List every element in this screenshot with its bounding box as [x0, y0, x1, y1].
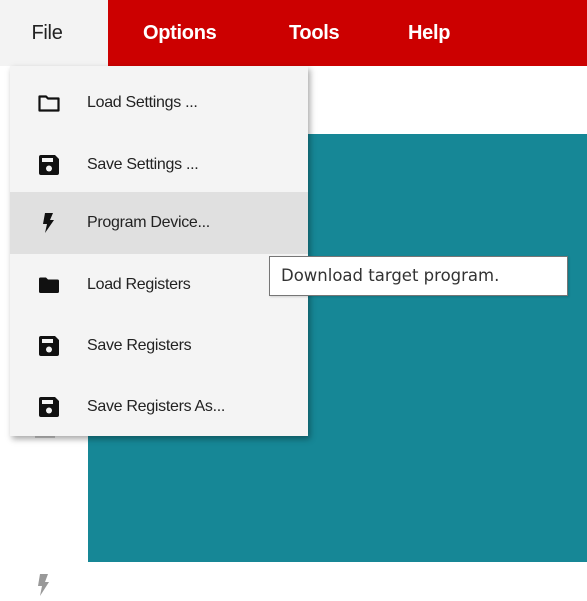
menu-item-label: Program Device... — [87, 214, 210, 231]
menu-item-program-device[interactable]: Program Device... — [10, 192, 308, 254]
menu-item-save-registers-as[interactable]: Save Registers As... — [10, 376, 308, 438]
menu-file[interactable]: File — [0, 0, 108, 66]
floppy-disk-icon — [38, 335, 60, 357]
menu-item-load-registers[interactable]: Load Registers — [10, 254, 308, 316]
menu-item-save-settings[interactable]: Save Settings ... — [10, 134, 308, 196]
menu-item-label: Save Registers — [87, 337, 192, 354]
menu-item-label: Load Registers — [87, 276, 191, 293]
floppy-disk-icon — [38, 154, 60, 176]
lightning-bolt-icon — [38, 212, 60, 234]
menu-bar: File Options Tools Help — [0, 0, 587, 66]
floppy-disk-icon — [38, 396, 60, 418]
folder-filled-icon — [38, 274, 60, 296]
folder-outline-icon — [38, 92, 60, 114]
menu-item-save-registers[interactable]: Save Registers — [10, 315, 308, 377]
menu-item-label: Load Settings ... — [87, 94, 198, 111]
menu-item-label: Save Registers As... — [87, 398, 226, 415]
menu-item-load-settings[interactable]: Load Settings ... — [10, 72, 308, 134]
file-menu-dropdown: Load Settings ... Save Settings ... Prog… — [10, 66, 308, 436]
lightning-bolt-icon[interactable] — [37, 574, 51, 601]
menu-help[interactable]: Help — [408, 0, 450, 66]
menu-tools[interactable]: Tools — [289, 0, 340, 66]
menu-item-label: Save Settings ... — [87, 156, 199, 173]
menu-options[interactable]: Options — [143, 0, 217, 66]
tooltip: Download target program. — [269, 256, 568, 296]
